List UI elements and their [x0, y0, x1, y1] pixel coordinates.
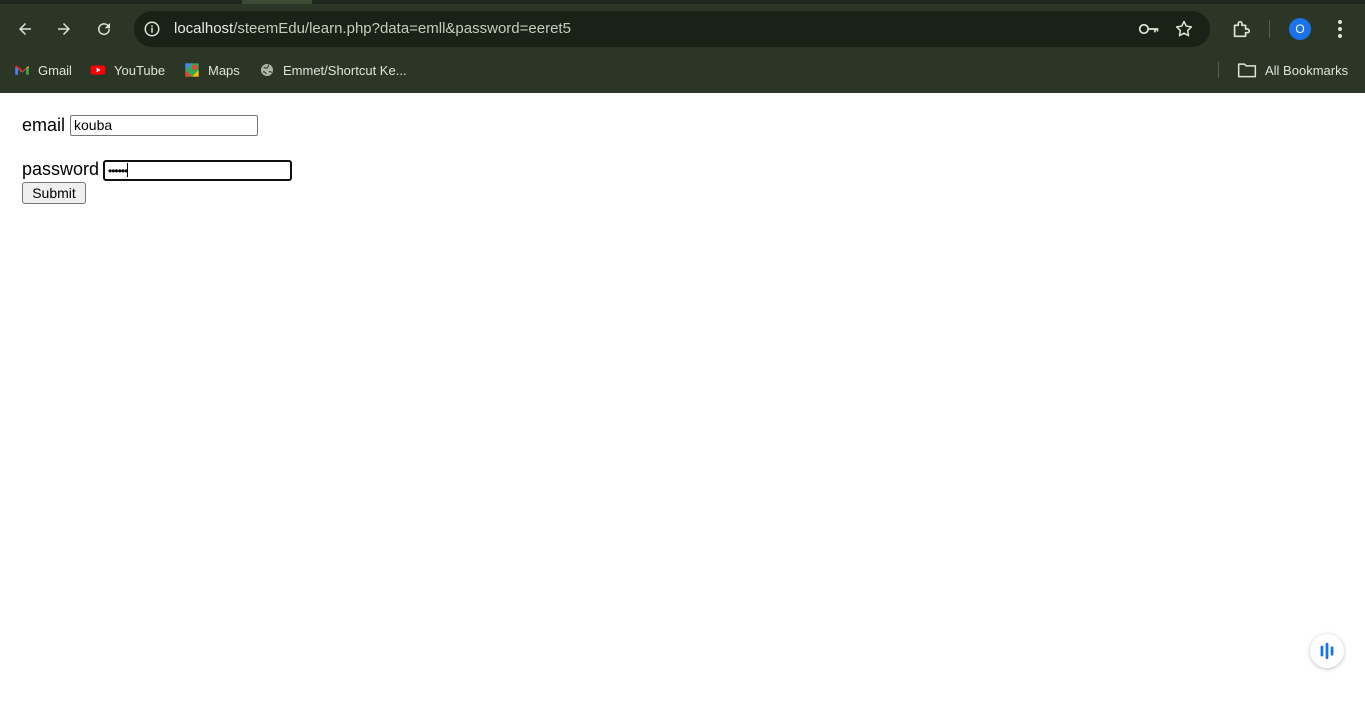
password-key-icon[interactable]: [1138, 20, 1160, 38]
address-bar[interactable]: localhost/steemEdu/learn.php?data=emll&p…: [134, 11, 1210, 47]
bookmark-star-icon[interactable]: [1174, 19, 1194, 39]
text-caret: [127, 163, 129, 177]
bookmarks-separator: [1218, 62, 1219, 78]
page-content: email kouba password •••••• Submit: [0, 93, 1365, 728]
toolbar-separator: [1269, 20, 1270, 38]
browser-toolbar: localhost/steemEdu/learn.php?data=emll&p…: [0, 4, 1365, 54]
email-value: kouba: [74, 117, 113, 133]
profile-avatar[interactable]: O: [1289, 18, 1311, 40]
url-path: /steemEdu/learn.php?data=emll&password=e…: [233, 20, 571, 37]
browser-chrome: localhost/steemEdu/learn.php?data=emll&p…: [0, 0, 1365, 93]
back-arrow-icon: [19, 23, 31, 35]
email-label: email: [22, 115, 66, 135]
folder-icon: [1237, 63, 1257, 78]
password-mask: ••••••: [108, 164, 128, 178]
voice-bars-icon: [1320, 642, 1334, 660]
bookmarks-bar: Gmail YouTube Maps Emmet/Shortcut Ke... …: [0, 56, 1365, 84]
bookmark-label: YouTube: [114, 62, 166, 78]
submit-button[interactable]: Submit: [22, 182, 86, 204]
bookmark-maps[interactable]: Maps: [184, 56, 240, 84]
bookmark-gmail[interactable]: Gmail: [14, 56, 72, 84]
bookmark-youtube[interactable]: YouTube: [90, 56, 165, 84]
password-input[interactable]: ••••••: [103, 160, 292, 181]
email-input[interactable]: kouba: [70, 115, 258, 136]
password-label: password: [22, 159, 100, 179]
gmail-icon: [15, 65, 29, 75]
site-info-icon[interactable]: [143, 20, 161, 38]
bookmark-label: Emmet/Shortcut Ke...: [283, 62, 407, 78]
assistant-button[interactable]: [1310, 634, 1344, 668]
all-bookmarks-button[interactable]: All Bookmarks: [1237, 56, 1348, 84]
extensions-puzzle-icon[interactable]: [1230, 18, 1252, 40]
forward-button[interactable]: [48, 13, 80, 45]
bookmark-emmet[interactable]: Emmet/Shortcut Ke...: [259, 56, 407, 84]
bookmark-label: Gmail: [38, 62, 72, 78]
globe-icon: [261, 64, 273, 76]
reload-icon: [98, 23, 111, 36]
youtube-icon: [90, 65, 106, 75]
bookmark-label: Maps: [208, 62, 240, 78]
forward-arrow-icon: [58, 23, 70, 35]
maps-icon: [185, 63, 199, 77]
back-button[interactable]: [9, 13, 41, 45]
url-host: localhost: [174, 20, 234, 37]
all-bookmarks-label: All Bookmarks: [1265, 62, 1349, 78]
more-menu-icon[interactable]: [1330, 18, 1350, 40]
url-text[interactable]: localhost/steemEdu/learn.php?data=emll&p…: [174, 11, 571, 47]
reload-button[interactable]: [88, 13, 120, 45]
